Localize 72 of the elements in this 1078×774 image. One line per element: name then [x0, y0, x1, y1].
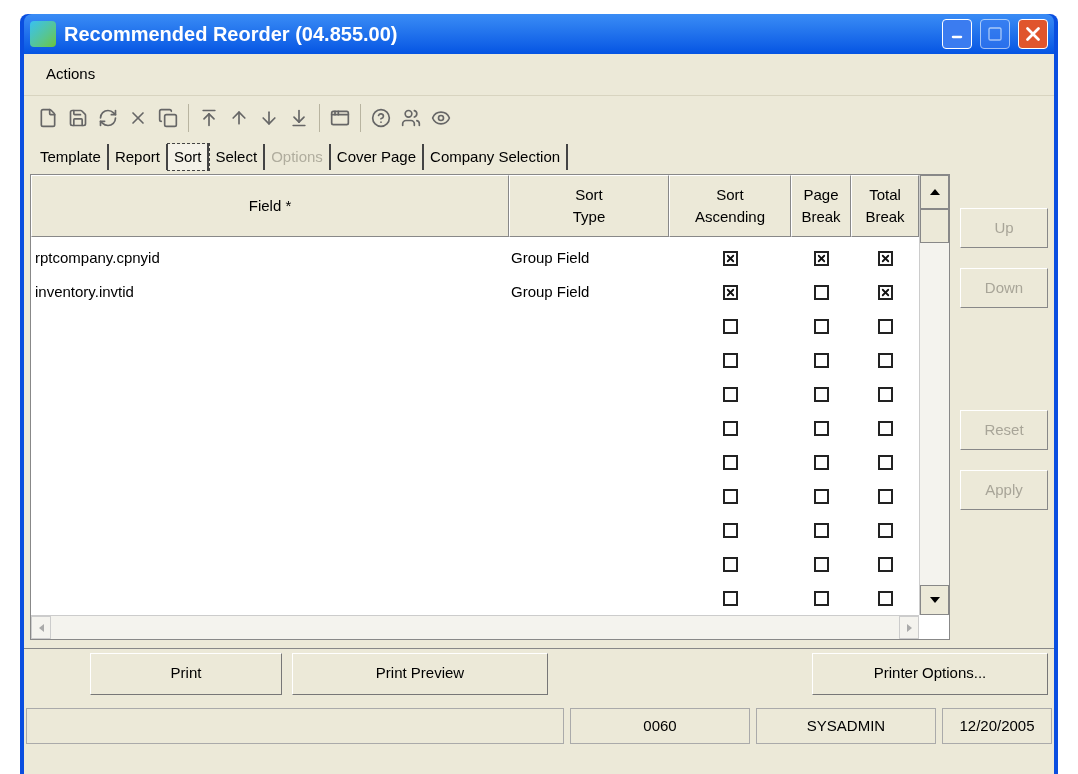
tab[interactable]: Template: [34, 144, 109, 170]
checkbox[interactable]: [877, 488, 893, 504]
people-icon[interactable]: [401, 108, 421, 128]
checkbox[interactable]: [722, 590, 738, 606]
tab[interactable]: Cover Page: [330, 144, 425, 170]
app-icon: [30, 21, 56, 47]
checkbox[interactable]: [722, 556, 738, 572]
column-header[interactable]: Field *: [31, 175, 509, 237]
checkbox[interactable]: [877, 522, 893, 538]
status-field: 12/20/2005: [942, 708, 1052, 744]
window-icon[interactable]: [330, 108, 350, 128]
checkbox[interactable]: [877, 420, 893, 436]
tab[interactable]: Sort: [167, 144, 210, 170]
print-button[interactable]: Print Preview: [292, 652, 548, 695]
tab[interactable]: Company Selection: [424, 144, 569, 170]
column-header[interactable]: Sort Ascending: [669, 175, 791, 237]
checkbox[interactable]: [722, 250, 738, 266]
checkbox[interactable]: [877, 590, 893, 606]
tab[interactable]: Select: [209, 144, 266, 170]
checkbox[interactable]: [877, 386, 893, 402]
checkbox[interactable]: [722, 318, 738, 334]
column-header[interactable]: Page Break: [791, 175, 851, 237]
checkbox[interactable]: [722, 454, 738, 470]
print-button[interactable]: Print: [90, 652, 282, 695]
status-field: SYSADMIN: [756, 708, 936, 744]
close-button[interactable]: [1018, 19, 1048, 49]
new-page-icon[interactable]: [38, 108, 58, 128]
save-icon[interactable]: [68, 108, 88, 128]
checkbox[interactable]: [877, 454, 893, 470]
checkbox[interactable]: [877, 556, 893, 572]
checkbox[interactable]: [722, 284, 738, 300]
checkbox[interactable]: [813, 250, 829, 266]
checkbox[interactable]: [813, 556, 829, 572]
checkbox[interactable]: [722, 386, 738, 402]
checkbox[interactable]: [813, 318, 829, 334]
maximize-button[interactable]: [980, 19, 1010, 49]
eye-icon[interactable]: [431, 108, 451, 128]
maximize-icon: [987, 26, 1003, 42]
status-field: 0060: [570, 708, 750, 744]
checkbox[interactable]: [722, 420, 738, 436]
checkbox[interactable]: [722, 522, 738, 538]
help-icon[interactable]: [371, 108, 391, 128]
checkbox[interactable]: [877, 318, 893, 334]
last-icon[interactable]: [289, 108, 309, 128]
horizontal-scrollbar[interactable]: [31, 615, 919, 639]
column-header[interactable]: Total Break: [851, 175, 919, 237]
table-cell: Group Field: [511, 282, 590, 300]
print-button[interactable]: Printer Options...: [812, 652, 1048, 695]
checkbox[interactable]: [813, 352, 829, 368]
minimize-button[interactable]: [942, 19, 972, 49]
checkbox[interactable]: [877, 352, 893, 368]
checkbox[interactable]: [722, 352, 738, 368]
checkbox[interactable]: [813, 522, 829, 538]
checkbox[interactable]: [813, 284, 829, 300]
window-title: Recommended Reorder (04.855.00): [64, 22, 399, 47]
checkbox[interactable]: [877, 250, 893, 266]
column-header[interactable]: Sort Type: [509, 175, 669, 237]
refresh-icon[interactable]: [98, 108, 118, 128]
first-icon[interactable]: [199, 108, 219, 128]
checkbox[interactable]: [813, 454, 829, 470]
checkbox[interactable]: [813, 420, 829, 436]
table-cell: rptcompany.cpnyid: [35, 248, 160, 266]
table-cell: inventory.invtid: [35, 282, 134, 300]
checkbox[interactable]: [813, 488, 829, 504]
vertical-scrollbar[interactable]: [919, 175, 949, 615]
checkbox[interactable]: [877, 284, 893, 300]
menu-item[interactable]: Actions: [46, 63, 96, 86]
copy-icon[interactable]: [158, 108, 178, 128]
checkbox[interactable]: [813, 590, 829, 606]
checkbox[interactable]: [813, 386, 829, 402]
checkbox[interactable]: [722, 488, 738, 504]
table-cell: Group Field: [511, 248, 590, 266]
